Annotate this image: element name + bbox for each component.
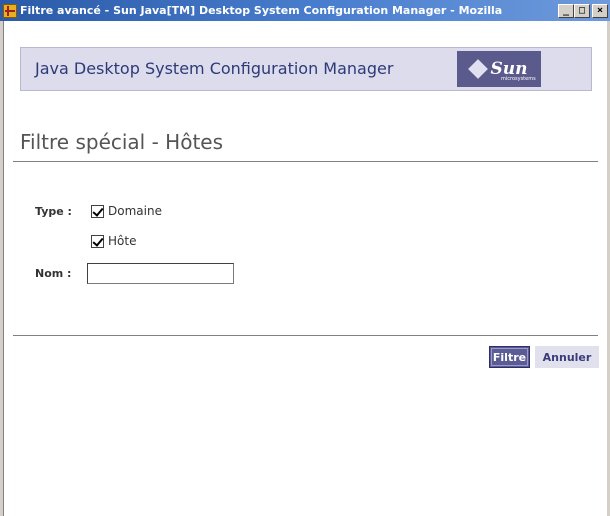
sun-logo-subtext: microsystems — [501, 76, 536, 82]
filter-button[interactable]: Filtre — [489, 346, 530, 368]
title-divider — [13, 161, 598, 162]
product-name: Java Desktop System Configuration Manage… — [35, 59, 394, 78]
close-button[interactable]: × — [592, 3, 608, 18]
cancel-button[interactable]: Annuler — [535, 346, 599, 368]
type-label: Type : — [35, 205, 72, 218]
sun-logo: Sun microsystems — [457, 51, 541, 87]
name-label: Nom : — [35, 267, 72, 280]
masthead-bar: Java Desktop System Configuration Manage… — [20, 47, 592, 91]
domain-option-label[interactable]: Domaine — [108, 204, 162, 218]
page-title: Filtre spécial - Hôtes — [20, 130, 224, 154]
window-titlebar[interactable]: Filtre avancé - Sun Java[TM] Desktop Sys… — [0, 0, 610, 21]
maximize-button[interactable]: □ — [574, 3, 590, 18]
sun-diamond-icon — [467, 59, 488, 79]
domain-checkbox[interactable] — [91, 205, 104, 218]
minimize-button[interactable]: _ — [558, 3, 574, 18]
masthead: Java Desktop System Configuration Manage… — [4, 21, 607, 107]
footer-divider — [13, 335, 598, 336]
host-checkbox[interactable] — [91, 235, 104, 248]
window-controls: _ □ × — [558, 3, 608, 18]
app-icon — [3, 3, 17, 18]
host-option-label[interactable]: Hôte — [108, 234, 136, 248]
window-title: Filtre avancé - Sun Java[TM] Desktop Sys… — [20, 4, 503, 17]
name-input[interactable] — [87, 263, 234, 284]
